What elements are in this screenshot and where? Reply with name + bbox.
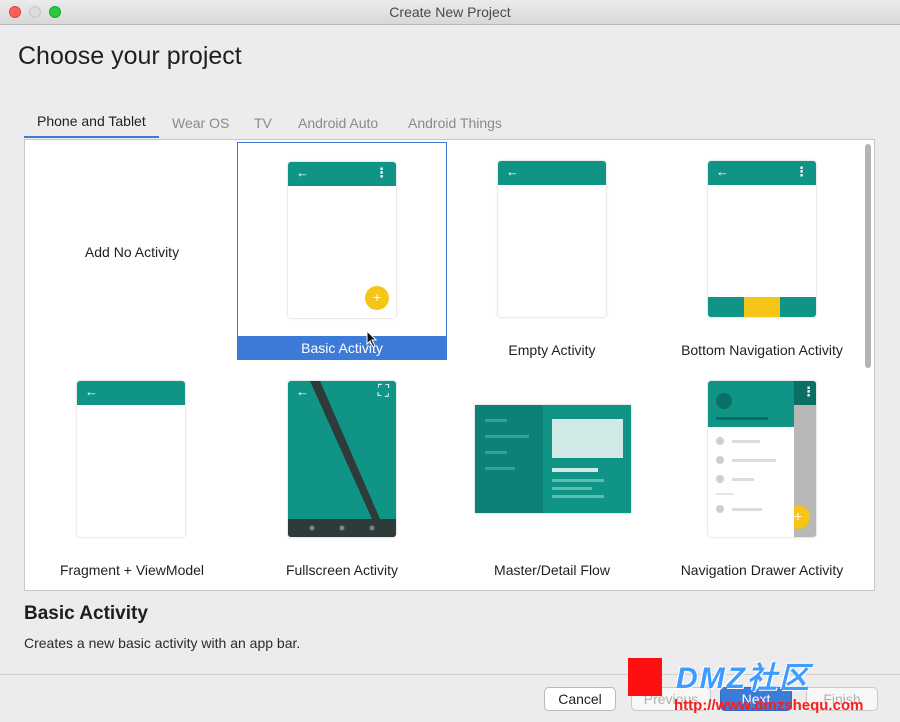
tab-android-auto[interactable]: Android Auto (298, 112, 378, 138)
template-label: Add No Activity (84, 244, 180, 260)
template-label: Basic Activity (238, 336, 446, 360)
selected-template-description: Creates a new basic activity with an app… (24, 635, 301, 651)
fullscreen-illustration (288, 381, 396, 537)
bottom-navigation-selected-item (744, 297, 780, 317)
back-arrow-icon: ← (85, 384, 98, 399)
app-bar: ← (77, 381, 185, 405)
back-arrow-icon: ← (296, 165, 309, 180)
template-label: Fullscreen Activity (285, 562, 399, 578)
tab-phone-and-tablet[interactable]: Phone and Tablet (24, 110, 159, 138)
template-navigation-drawer-activity[interactable]: ⋮ + Navigation Drawer Activity (657, 362, 867, 580)
template-label: Fragment + ViewModel (59, 562, 205, 578)
template-preview: ← ⛶ (288, 381, 396, 537)
window-title: Create New Project (389, 4, 511, 20)
drawer-header (708, 381, 794, 427)
drawer-avatar (716, 393, 732, 409)
back-arrow-icon: ← (506, 164, 519, 179)
bottom-navigation-bar (708, 297, 816, 317)
back-arrow-icon: ← (296, 384, 309, 399)
watermark-square (628, 658, 662, 696)
template-preview: ⋮ + (708, 381, 816, 537)
template-preview: ← (498, 161, 606, 317)
watermark-logo: DMZ社区 (676, 662, 811, 695)
template-preview: ← ⋮ + (288, 162, 396, 318)
tab-wear-os[interactable]: Wear OS (172, 112, 229, 138)
tab-tv[interactable]: TV (254, 112, 272, 138)
tab-android-things[interactable]: Android Things (408, 112, 502, 138)
pointer-cursor-icon (366, 330, 378, 348)
template-label: Bottom Navigation Activity (681, 342, 843, 358)
template-preview: ← ⋮ (708, 161, 816, 317)
drawer-items-illustration (716, 437, 776, 513)
back-arrow-icon: ← (716, 164, 729, 179)
template-label: Empty Activity (508, 342, 596, 358)
watermark-url: http://www.dmzshequ.com (674, 697, 864, 714)
template-label: Navigation Drawer Activity (680, 562, 844, 578)
drawer-header-line (716, 417, 768, 420)
selected-template-title: Basic Activity (24, 603, 148, 624)
page-title: Choose your project (18, 42, 242, 70)
template-add-no-activity[interactable]: Add No Activity (27, 142, 237, 360)
navigation-drawer (708, 381, 794, 537)
template-basic-activity[interactable]: ← ⋮ + Basic Activity (237, 142, 447, 360)
master-detail-illustration (475, 405, 623, 513)
drawer-appbar-strip: ⋮ (794, 381, 816, 405)
template-preview (475, 405, 631, 513)
template-preview: ← (77, 381, 185, 537)
cancel-button[interactable]: Cancel (544, 687, 616, 711)
fullscreen-icon: ⛶ (377, 383, 389, 400)
app-bar: ← ⋮ (708, 161, 816, 185)
fab-plus-icon: + (365, 286, 389, 310)
app-bar: ← ⋮ (288, 162, 396, 186)
title-bar: Create New Project (0, 0, 900, 25)
template-master-detail-flow[interactable]: Master/Detail Flow (447, 362, 657, 580)
template-empty-activity[interactable]: ← Empty Activity (447, 142, 657, 360)
template-bottom-navigation-activity[interactable]: ← ⋮ Bottom Navigation Activity (657, 142, 867, 360)
template-label: Master/Detail Flow (494, 562, 610, 578)
template-fragment-viewmodel[interactable]: ← Fragment + ViewModel (27, 362, 237, 580)
template-gallery: Add No Activity ← ⋮ + Basic Activity ← E… (24, 139, 875, 591)
overflow-menu-icon: ⋮ (795, 164, 808, 179)
app-bar: ← (498, 161, 606, 185)
template-fullscreen-activity[interactable]: ← ⛶ Fullscreen Activity (237, 362, 447, 580)
overflow-menu-icon: ⋮ (375, 165, 388, 180)
overflow-menu-icon: ⋮ (802, 384, 815, 399)
